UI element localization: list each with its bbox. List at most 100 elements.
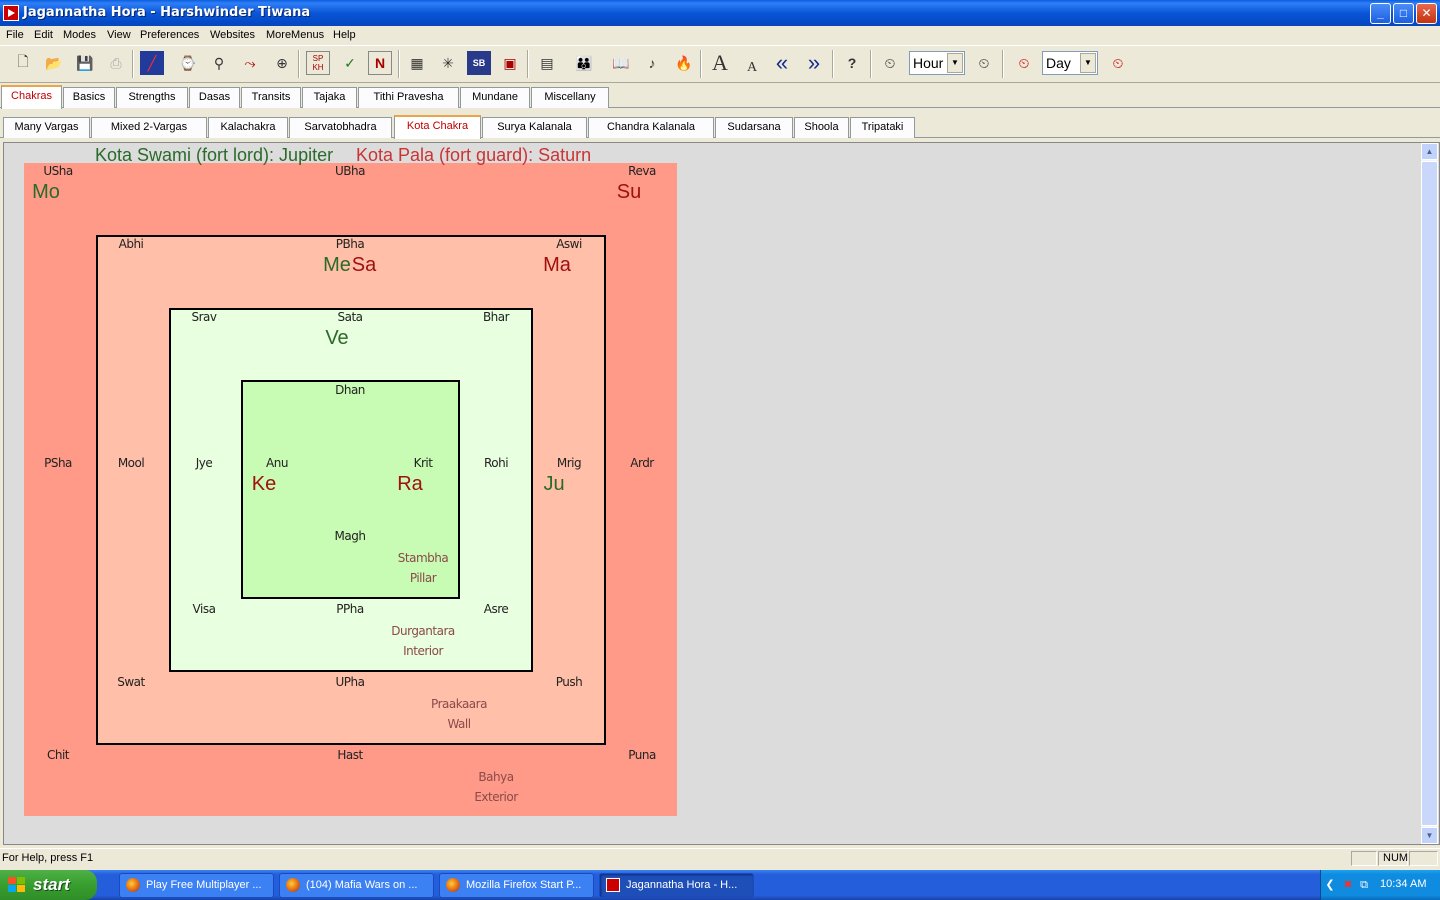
taskbar-item-label: Mozilla Firefox Start P... — [466, 879, 582, 891]
status-panel-scrl — [1409, 851, 1438, 866]
tab-shoola[interactable]: Shoola — [794, 117, 849, 138]
tab-tripataki[interactable]: Tripataki — [850, 117, 915, 138]
back-icon[interactable]: « — [770, 50, 794, 75]
n-icon[interactable]: N — [368, 51, 392, 75]
hour-forward-icon[interactable]: ⏲ — [972, 51, 996, 75]
tab-surya-kalanala[interactable]: Surya Kalanala — [482, 117, 587, 138]
nakshatra-push: Push — [555, 675, 583, 689]
menu-view[interactable]: View — [107, 29, 131, 41]
tab-many-vargas[interactable]: Many Vargas — [3, 117, 90, 138]
zone-stambha-meaning: Pillar — [409, 571, 437, 585]
fire-icon[interactable]: 🔥 — [672, 51, 696, 75]
open-icon[interactable]: 📂 — [42, 51, 66, 75]
hour-back-icon[interactable]: ⏲ — [878, 51, 902, 75]
font-smaller-icon[interactable]: A — [740, 56, 764, 80]
nakshatra-aswi: Aswi — [556, 237, 582, 251]
maximize-button[interactable]: □ — [1393, 3, 1414, 24]
tab-transits[interactable]: Transits — [241, 87, 301, 108]
tab-mixed-2-vargas[interactable]: Mixed 2-Vargas — [91, 117, 207, 138]
start-button[interactable]: start — [0, 870, 97, 900]
nakshatra-visa: Visa — [192, 602, 216, 616]
tab-tithi-pravesha[interactable]: Tithi Pravesha — [358, 87, 459, 108]
menu-modes[interactable]: Modes — [63, 29, 96, 41]
taskbar: start Play Free Multiplayer ... (104) Ma… — [0, 870, 1440, 900]
zone-durgantara-name: Durgantara — [391, 624, 455, 638]
taskbar-item-active[interactable]: Jagannatha Hora - H... — [599, 873, 754, 898]
kt-icon[interactable]: ▣ — [498, 51, 522, 75]
tab-chakras[interactable]: Chakras — [1, 85, 62, 109]
menu-preferences[interactable]: Preferences — [140, 29, 199, 41]
hour-select[interactable]: Hour ▼ — [909, 51, 965, 75]
tray-connection-icon[interactable]: ⧉ — [1357, 878, 1371, 892]
taskbar-clock[interactable]: 10:34 AM — [1380, 878, 1426, 890]
nakshatra-anu: Anu — [266, 456, 288, 470]
title-bar[interactable]: Jagannatha Hora - Harshwinder Tiwana _ □… — [0, 0, 1440, 26]
sun-icon[interactable]: ✳ — [436, 51, 460, 75]
minimize-button[interactable]: _ — [1370, 3, 1391, 24]
tab-kalachakra[interactable]: Kalachakra — [208, 117, 288, 138]
day-back-icon[interactable]: ⏲ — [1012, 51, 1036, 75]
chevron-down-icon[interactable]: ▼ — [1080, 53, 1096, 73]
menu-websites[interactable]: Websites — [210, 29, 255, 41]
nakshatra-abhi: Abhi — [118, 237, 144, 251]
forward-icon[interactable]: » — [802, 50, 826, 75]
tab-chandra-kalanala[interactable]: Chandra Kalanala — [588, 117, 714, 138]
close-button[interactable]: ✕ — [1416, 3, 1437, 24]
toolbar-separator — [527, 50, 529, 78]
spkh-icon[interactable]: SP KH — [306, 51, 330, 75]
tab-tajaka[interactable]: Tajaka — [302, 87, 357, 108]
zone-label-durgantara: Durgantara Interior — [391, 621, 455, 661]
scrollbar-thumb[interactable] — [1421, 161, 1438, 826]
nakshatra-ubha: UBha — [335, 164, 365, 178]
new-icon[interactable]: 🗋 — [11, 51, 35, 75]
planet-jupiter: Ju — [543, 473, 565, 495]
people-icon[interactable]: 👪 — [572, 51, 596, 75]
tab-basics[interactable]: Basics — [63, 87, 115, 108]
vertical-scrollbar[interactable]: ▲ ▼ — [1421, 143, 1438, 844]
tab-miscellany[interactable]: Miscellany — [531, 87, 609, 108]
start-label: start — [33, 875, 70, 894]
menu-help[interactable]: Help — [333, 29, 356, 41]
k-icon[interactable]: ✓ — [338, 51, 362, 75]
font-larger-icon[interactable]: A — [708, 50, 732, 75]
music-icon[interactable]: ♪ — [640, 51, 664, 75]
book-icon[interactable]: 📖 — [609, 51, 633, 75]
zone-praakaara-name: Praakaara — [431, 697, 487, 711]
tab-kota-chakra[interactable]: Kota Chakra — [394, 115, 481, 139]
grid-icon[interactable]: ▦ — [405, 51, 429, 75]
tab-dasas[interactable]: Dasas — [189, 87, 240, 108]
scroll-up-icon[interactable]: ▲ — [1421, 143, 1438, 160]
scroll-down-icon[interactable]: ▼ — [1421, 827, 1438, 844]
day-forward-icon[interactable]: ⏲ — [1106, 51, 1130, 75]
nakshatra-puna: Puna — [628, 748, 656, 762]
taskbar-item[interactable]: (104) Mafia Wars on ... — [279, 873, 434, 898]
tray-expand-icon[interactable]: ❮ — [1323, 878, 1337, 892]
compass-icon[interactable]: ⊕ — [270, 51, 294, 75]
app-icon[interactable] — [3, 5, 19, 21]
tab-sarvatobhadra[interactable]: Sarvatobhadra — [289, 117, 392, 138]
chart-icon[interactable]: ╱ — [140, 51, 164, 75]
calendar-icon[interactable]: ▤ — [535, 51, 559, 75]
taskbar-item[interactable]: Mozilla Firefox Start P... — [439, 873, 594, 898]
zone-bahya-name: Bahya — [478, 770, 514, 784]
fork-icon[interactable]: ⤳ — [238, 51, 262, 75]
menu-file[interactable]: File — [6, 29, 24, 41]
tab-mundane[interactable]: Mundane — [460, 87, 530, 108]
taskbar-item[interactable]: Play Free Multiplayer ... — [119, 873, 274, 898]
tray-network-icon[interactable]: ✖ — [1341, 878, 1355, 892]
data-icon[interactable]: ⌚ — [176, 51, 200, 75]
firefox-icon — [126, 878, 140, 892]
day-select[interactable]: Day ▼ — [1042, 51, 1098, 75]
tab-sudarsana[interactable]: Sudarsana — [715, 117, 793, 138]
menu-moremenus[interactable]: MoreMenus — [266, 29, 324, 41]
print-icon[interactable]: ⎙ — [104, 51, 128, 75]
save-icon[interactable]: 💾 — [73, 51, 97, 75]
help-icon[interactable]: ? — [840, 51, 864, 75]
nakshatra-krit: Krit — [413, 456, 433, 470]
tab-strengths[interactable]: Strengths — [116, 87, 188, 108]
sb-icon[interactable]: SB — [467, 51, 491, 75]
planet-sun: Su — [616, 181, 642, 203]
chevron-down-icon[interactable]: ▼ — [947, 53, 963, 73]
menu-edit[interactable]: Edit — [34, 29, 53, 41]
transit-icon[interactable]: ⚲ — [207, 51, 231, 75]
